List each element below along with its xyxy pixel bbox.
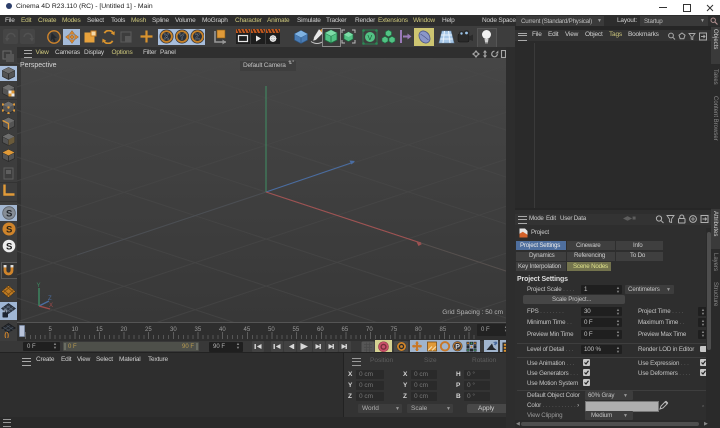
svg-text:S: S <box>6 208 12 219</box>
svg-text:Z: Z <box>48 296 52 302</box>
svg-text:(): () <box>4 331 9 339</box>
svg-text:Y: Y <box>37 283 41 289</box>
svg-text:S: S <box>6 242 12 253</box>
svg-text:S: S <box>6 225 12 236</box>
svg-text:X: X <box>49 303 53 309</box>
svg-text:Y: Y <box>179 32 185 41</box>
svg-text:Z: Z <box>195 32 200 41</box>
svg-text:X: X <box>164 32 170 41</box>
svg-text:P: P <box>455 344 460 351</box>
svg-text:V: V <box>368 35 373 42</box>
